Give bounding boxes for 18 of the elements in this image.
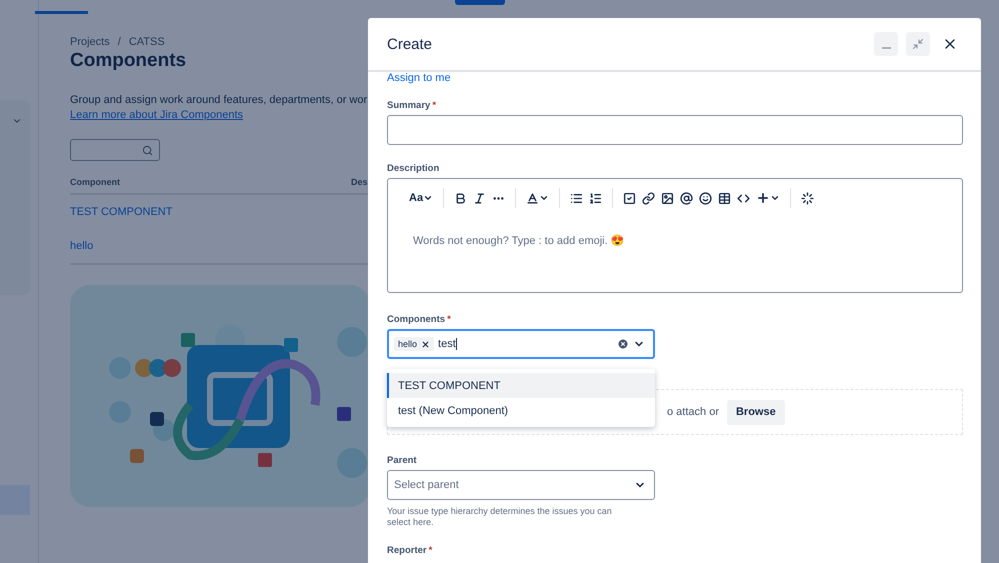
field-label: Components xyxy=(387,314,446,325)
page-title: Components xyxy=(70,50,188,72)
editor-placeholder: Words not enough? Type : to add emoji. 😍 xyxy=(413,234,626,247)
required-asterisk: * xyxy=(432,100,436,111)
field-label: Reporter xyxy=(387,544,427,556)
help-text: Your issue type hierarchy determines the issues you can select here. xyxy=(387,506,613,528)
tag-label: hello xyxy=(398,339,418,349)
attachment-text: o attach or xyxy=(667,406,719,418)
required-asterisk: * xyxy=(447,314,451,325)
field-label: Summary xyxy=(387,100,430,111)
page-description: Group and assign work around features, departments, or wor xyxy=(70,94,368,106)
field-label: Description xyxy=(387,163,440,174)
select-placeholder: Select parent xyxy=(394,479,460,491)
breadcrumb-separator: / xyxy=(118,36,121,48)
dialog-title: Create xyxy=(387,36,434,52)
field-label: Parent xyxy=(387,455,417,466)
typed-text: test xyxy=(438,338,457,350)
required-asterisk: * xyxy=(428,544,432,556)
